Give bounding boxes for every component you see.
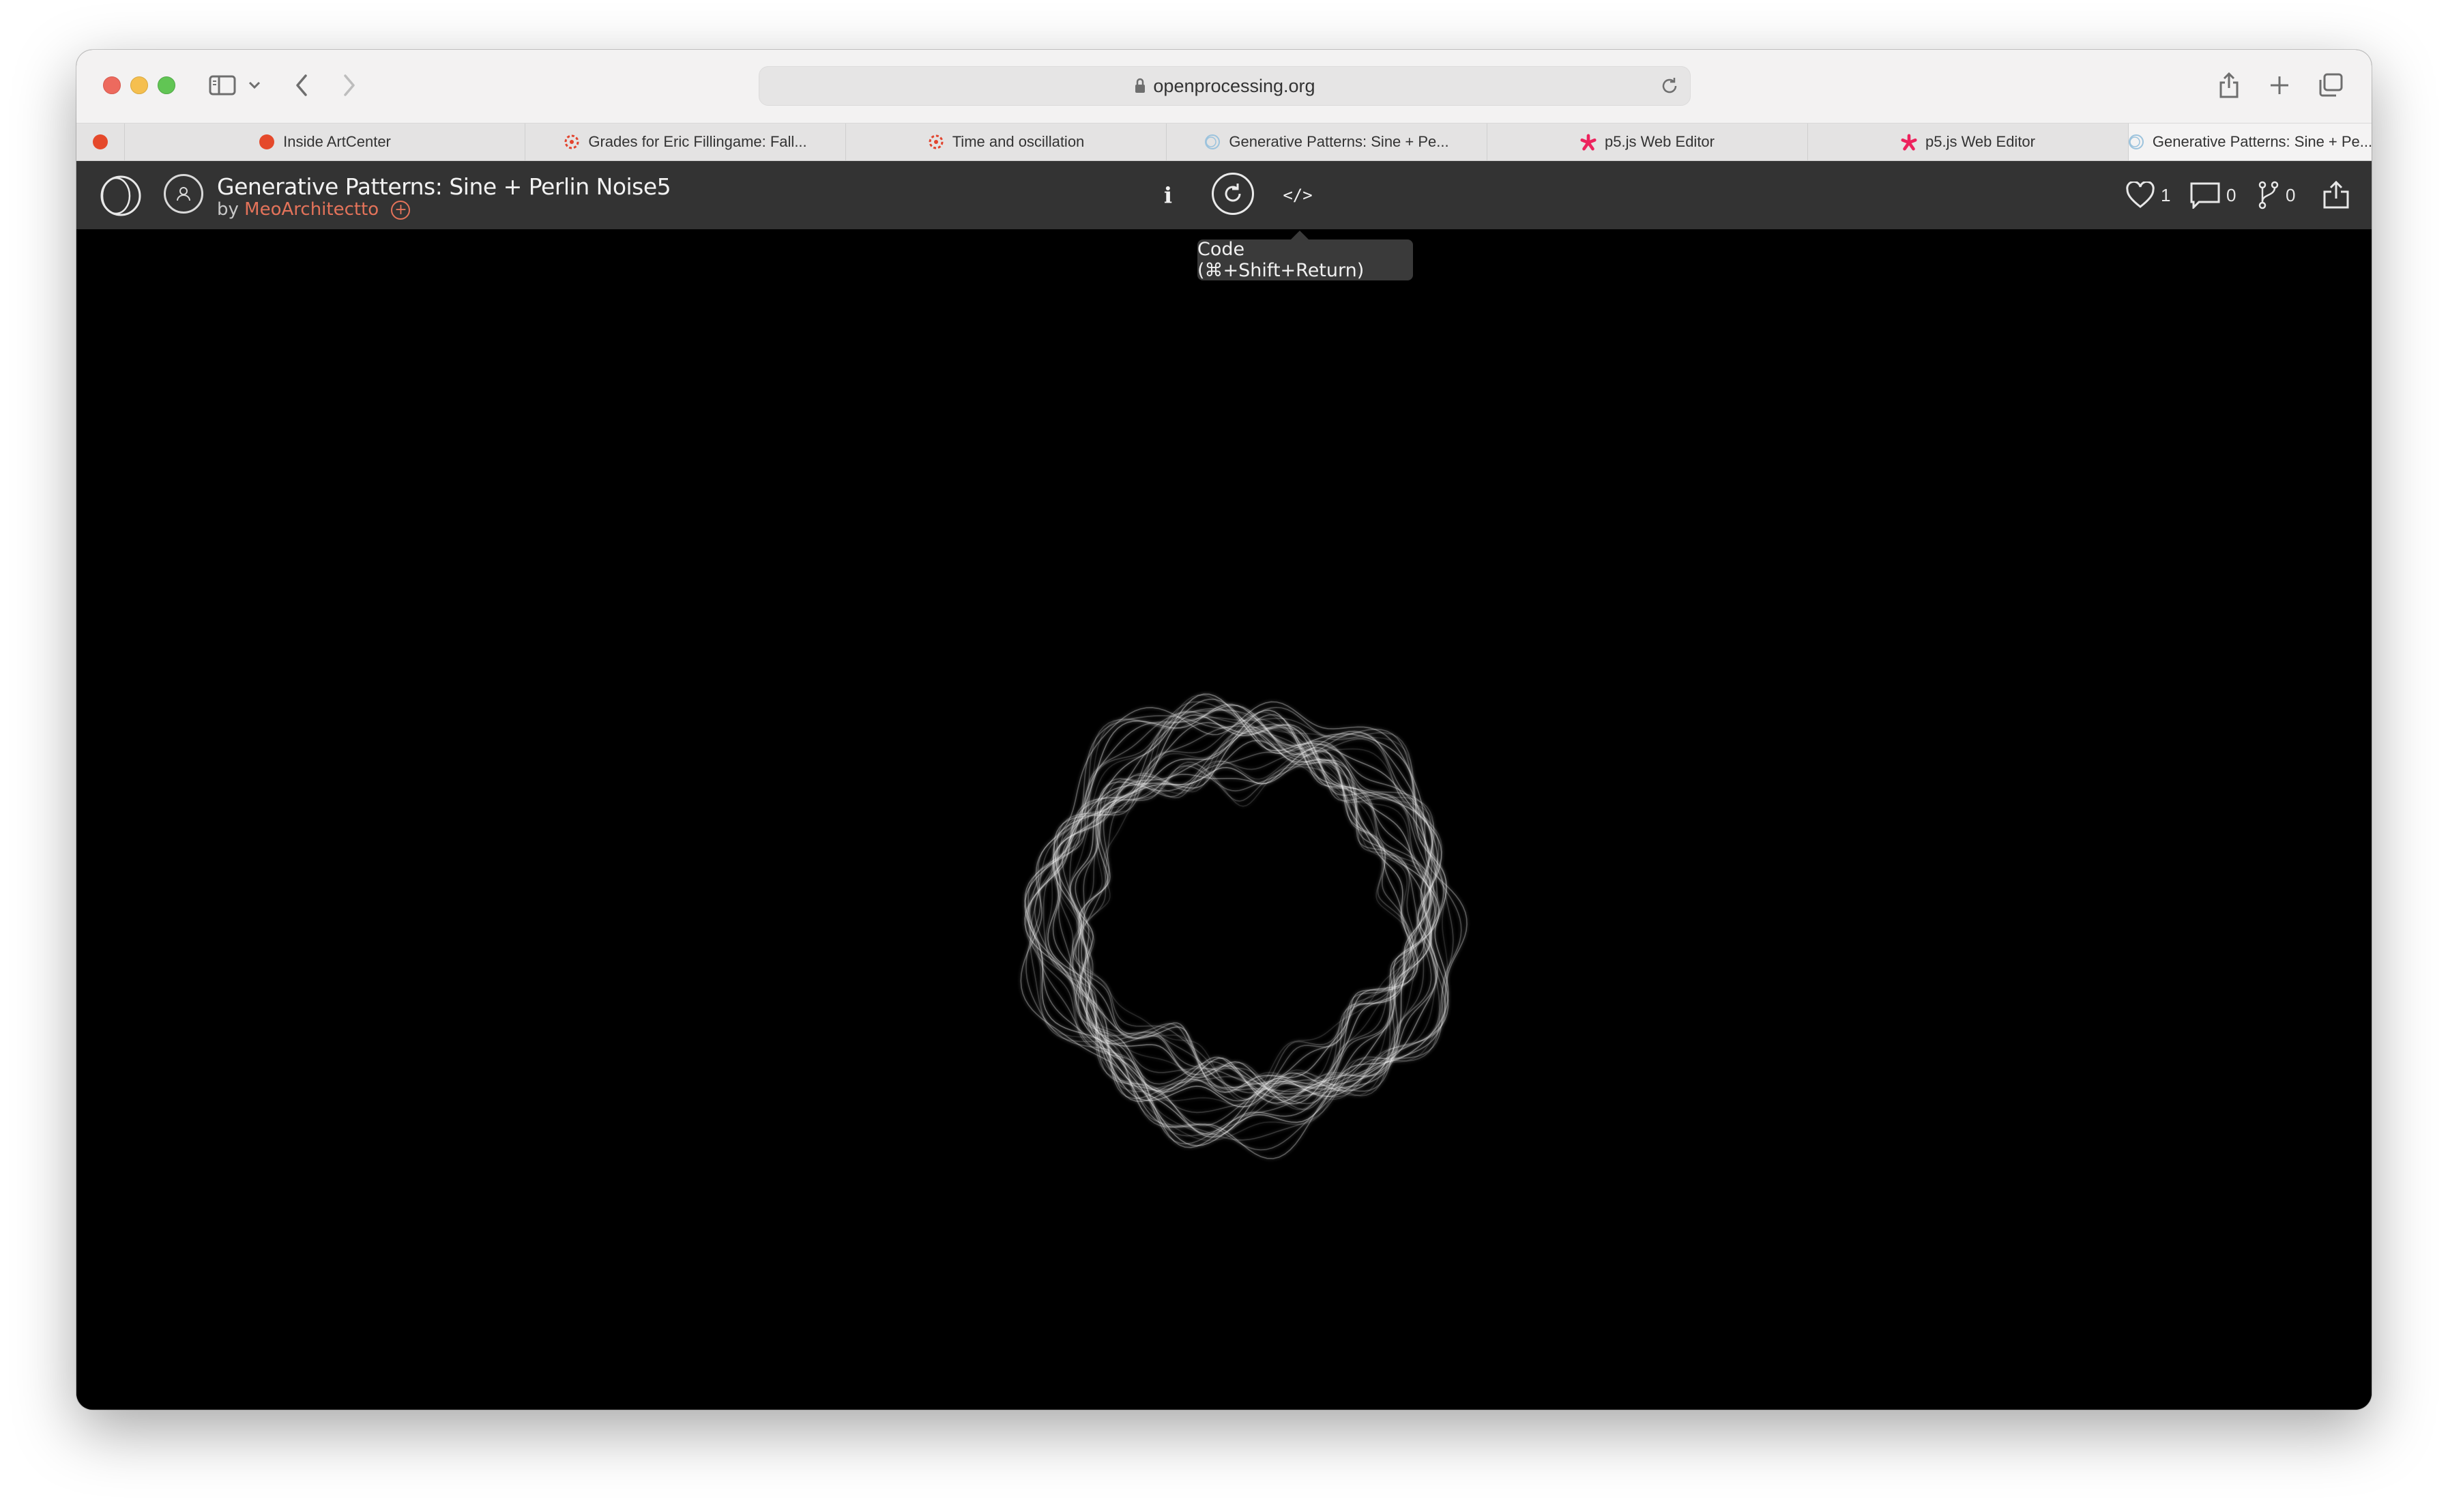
heart-icon [2126, 181, 2155, 208]
code-tooltip: Code (⌘+Shift+Return) [1197, 239, 1413, 281]
sketch-canvas[interactable] [76, 229, 2372, 1410]
chevron-down-icon[interactable] [246, 65, 263, 106]
tab-grades[interactable]: Grades for Eric Fillingame: Fall... [525, 123, 845, 160]
tab-label: Grades for Eric Fillingame: Fall... [588, 133, 807, 150]
minimize-window-button[interactable] [130, 76, 148, 94]
tab-label: p5.js Web Editor [1604, 133, 1715, 150]
ring-stroke [1027, 708, 1448, 1142]
tab-generative-patterns-active[interactable]: Generative Patterns: Sine + Pe... [2128, 123, 2372, 160]
tab-time-oscillation[interactable]: Time and oscillation [845, 123, 1166, 160]
like-count: 1 [2161, 184, 2171, 205]
ring-stroke [1047, 714, 1433, 1108]
share-icon[interactable] [2321, 180, 2351, 210]
avatar[interactable] [164, 174, 203, 214]
tab-bar: Inside ArtCenter Grades for Eric Filling… [76, 123, 2372, 161]
openprocessing-logo-icon[interactable] [96, 175, 146, 217]
p5js-asterisk-icon [1901, 134, 1917, 151]
comment-count: 0 [2226, 184, 2236, 205]
restart-icon[interactable] [1212, 173, 1254, 215]
by-label: by [217, 199, 239, 220]
tab-inside-artcenter[interactable]: Inside ArtCenter [124, 123, 525, 160]
tab-label: Time and oscillation [952, 133, 1085, 150]
forward-arrow-icon[interactable] [336, 65, 363, 106]
like-button[interactable]: 1 [2125, 179, 2170, 211]
tab-p5js-editor-1[interactable]: p5.js Web Editor [1487, 123, 1807, 160]
generative-ring-artwork [1020, 693, 1468, 1159]
sidebar-toggle-icon[interactable] [206, 65, 239, 106]
author-line: by MeoArchitectto + [217, 199, 411, 220]
fork-count: 0 [2286, 184, 2296, 205]
openprocessing-icon [2129, 134, 2144, 150]
tab-p5js-editor-2[interactable]: p5.js Web Editor [1807, 123, 2128, 160]
tab-label: Generative Patterns: Sine + Pe... [2152, 133, 2372, 150]
browser-window: openprocessing.org Inside ArtCenter Grad… [76, 50, 2372, 1410]
address-text: openprocessing.org [1153, 75, 1315, 96]
tab-label: p5.js Web Editor [1925, 133, 2035, 150]
sketch-header: Generative Patterns: Sine + Perlin Noise… [76, 161, 2372, 229]
share-icon[interactable] [2214, 65, 2244, 106]
address-bar[interactable]: openprocessing.org [759, 66, 1691, 106]
canvas-lms-icon [928, 134, 944, 150]
ring-stroke [1075, 758, 1412, 1094]
tab-label: Inside ArtCenter [283, 133, 391, 150]
p5js-asterisk-icon [1580, 134, 1597, 151]
ring-stroke [1020, 701, 1468, 1159]
forks-button[interactable]: 0 [2257, 179, 2295, 211]
close-window-button[interactable] [103, 76, 121, 94]
ring-stroke [1053, 711, 1440, 1105]
sketch-title: Generative Patterns: Sine + Perlin Noise… [217, 173, 671, 200]
ring-stroke [1055, 714, 1436, 1099]
comment-icon [2190, 182, 2220, 209]
new-tab-plus-icon[interactable] [2264, 65, 2294, 106]
info-button[interactable]: i [1154, 180, 1182, 210]
fork-icon [2258, 181, 2279, 209]
lock-icon [1134, 78, 1146, 94]
pinned-tab-dot-icon[interactable] [93, 134, 108, 149]
code-button[interactable]: </> [1281, 180, 1315, 210]
reload-icon[interactable] [1659, 75, 1680, 97]
tab-label: Generative Patterns: Sine + Pe... [1229, 133, 1449, 150]
tab-generative-patterns[interactable]: Generative Patterns: Sine + Pe... [1166, 123, 1487, 160]
author-link[interactable]: MeoArchitectto [244, 199, 379, 220]
comments-button[interactable]: 0 [2189, 179, 2236, 211]
tab-overview-icon[interactable] [2314, 65, 2347, 106]
canvas-lms-icon [564, 134, 580, 150]
openprocessing-icon [1204, 134, 1221, 150]
artcenter-dot-icon [259, 134, 275, 150]
browser-toolbar: openprocessing.org [76, 50, 2372, 123]
back-arrow-icon[interactable] [288, 65, 315, 106]
follow-plus-icon[interactable]: + [391, 200, 411, 220]
zoom-window-button[interactable] [158, 76, 175, 94]
